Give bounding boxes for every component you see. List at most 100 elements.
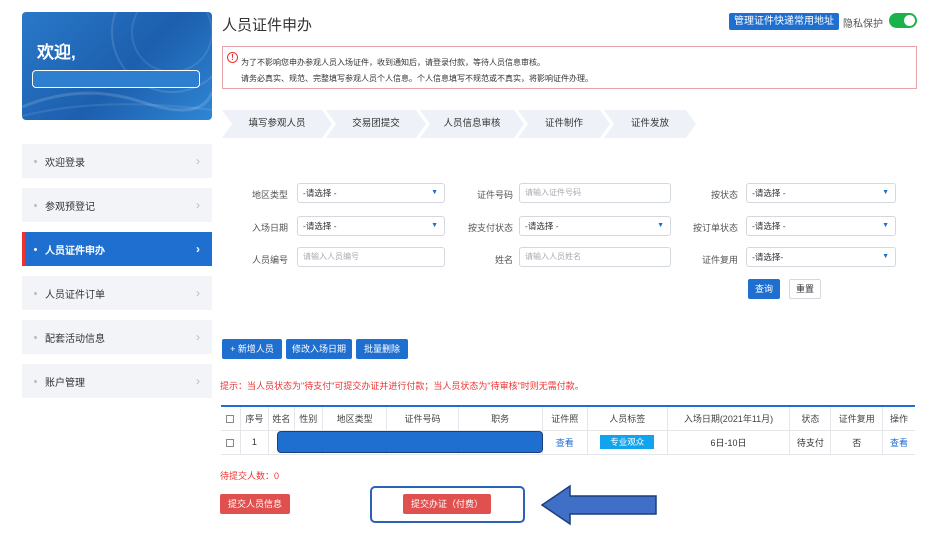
certificate-reuse-select[interactable]: -请选择- ▼ <box>746 247 896 267</box>
certificate-reuse-label: 证件复用 <box>701 255 738 265</box>
pending-label: 待提交人数： <box>220 471 275 481</box>
step-certificate-production: 证件制作 <box>518 110 610 138</box>
sidebar-item-personnel-certificate[interactable]: 人员证件申办 › <box>22 232 212 266</box>
entry-date-select[interactable]: -请选择 - ▼ <box>297 216 445 236</box>
col-header: 序号 <box>240 405 269 431</box>
privacy-toggle[interactable] <box>889 13 917 28</box>
sidebar-item-label: 配套活动信息 <box>45 333 105 345</box>
name-label: 姓名 <box>494 255 513 265</box>
caret-down-icon: ▼ <box>882 189 889 196</box>
caret-down-icon: ▼ <box>882 222 889 229</box>
row-op-cell: 查看 <box>882 430 915 455</box>
bullet-icon <box>34 159 37 163</box>
person-number-input[interactable]: 请输入人员编号 <box>297 247 445 267</box>
entry-date-label: 入场日期 <box>251 223 288 233</box>
pointing-arrow-icon <box>540 484 657 526</box>
sidebar-item-activities[interactable]: 配套活动信息 › <box>22 320 212 354</box>
chevron-right-icon: › <box>196 330 200 344</box>
bullet-icon <box>34 203 37 207</box>
order-status-label: 按订单状态 <box>692 223 738 233</box>
pending-count-text: 待提交人数：0 <box>220 469 279 482</box>
sidebar-item-visit-preregister[interactable]: 参观预登记 › <box>22 188 212 222</box>
sidebar-item-label: 参观预登记 <box>45 201 95 213</box>
col-header: 性别 <box>294 405 323 431</box>
col-header: 入场日期(2021年11月) <box>667 405 791 431</box>
reset-button[interactable]: 重置 <box>789 279 821 299</box>
user-name-redacted <box>32 70 200 88</box>
bullet-icon <box>34 291 37 295</box>
name-input[interactable]: 请输入人员姓名 <box>519 247 671 267</box>
region-type-label: 地区类型 <box>251 190 288 200</box>
bullet-icon <box>34 247 37 251</box>
col-header: 地区类型 <box>322 405 388 431</box>
manage-address-button[interactable]: 管理证件快递常用地址 <box>729 13 839 30</box>
toggle-knob <box>904 15 915 26</box>
view-detail-link[interactable]: 查看 <box>890 438 908 448</box>
warning-icon: ! <box>227 52 238 63</box>
submit-certificate-pay-button[interactable]: 提交办证（付费） <box>403 494 491 514</box>
chevron-right-icon: › <box>196 198 200 212</box>
row-status: 待支付 <box>789 430 832 455</box>
payment-status-value: -请选择 - <box>525 221 559 231</box>
caret-down-icon: ▼ <box>431 222 438 229</box>
row-index: 1 <box>240 430 269 455</box>
caret-down-icon: ▼ <box>431 189 438 196</box>
sidebar-welcome-card: 欢迎, <box>22 12 212 120</box>
page-title: 人员证件申办 <box>222 17 313 34</box>
col-header: 证件复用 <box>830 405 884 431</box>
status-select[interactable]: -请选择 - ▼ <box>746 183 896 203</box>
row-reuse: 否 <box>830 430 884 455</box>
id-number-label: 证件号码 <box>476 190 513 200</box>
certificate-reuse-value: -请选择- <box>752 252 784 262</box>
view-photo-link[interactable]: 查看 <box>556 438 574 448</box>
redacted-personal-info <box>277 431 543 453</box>
welcome-text: 欢迎, <box>37 43 76 62</box>
privacy-label: 隐私保护 <box>843 19 883 30</box>
pending-count: 0 <box>274 471 280 481</box>
row-photo-cell: 查看 <box>542 430 588 455</box>
tip-text: 提示：当人员状态为"待支付"可提交办证并进行付款；当人员状态为"待审核"时则无需… <box>220 381 584 391</box>
chevron-right-icon: › <box>196 374 200 388</box>
entry-date-value: -请选择 - <box>303 221 337 231</box>
col-header: 人员标签 <box>587 405 668 431</box>
sidebar-item-label: 人员证件订单 <box>45 289 105 301</box>
sidebar-menu: 欢迎登录 › 参观预登记 › 人员证件申办 › 人员证件订单 › 配套活动信息 … <box>22 144 212 408</box>
col-header: 证件照 <box>542 405 588 431</box>
payment-status-select[interactable]: -请选择 - ▼ <box>519 216 671 236</box>
modify-entry-date-button[interactable]: 修改入场日期 <box>286 339 352 359</box>
order-status-select[interactable]: -请选择 - ▼ <box>746 216 896 236</box>
sidebar-item-label: 人员证件申办 <box>45 245 105 257</box>
checkbox[interactable] <box>226 414 235 423</box>
sidebar-item-welcome-login[interactable]: 欢迎登录 › <box>22 144 212 178</box>
col-header: 姓名 <box>268 405 295 431</box>
chevron-right-icon: › <box>196 242 200 256</box>
region-type-value: -请选择 - <box>303 188 337 198</box>
sidebar-item-certificate-orders[interactable]: 人员证件订单 › <box>22 276 212 310</box>
person-number-label: 人员编号 <box>251 255 288 265</box>
row-entry-date: 6日-10日 <box>667 430 791 455</box>
col-header: 职务 <box>458 405 543 431</box>
caret-down-icon: ▼ <box>657 222 664 229</box>
submit-personnel-info-button[interactable]: 提交人员信息 <box>220 494 290 514</box>
batch-delete-button[interactable]: 批量删除 <box>356 339 408 359</box>
col-header: 状态 <box>789 405 832 431</box>
caret-down-icon: ▼ <box>882 253 889 260</box>
step-certificate-issue: 证件发放 <box>604 110 696 138</box>
sidebar-item-label: 账户管理 <box>45 377 85 389</box>
region-type-select[interactable]: -请选择 - ▼ <box>297 183 445 203</box>
select-all-checkbox-cell[interactable] <box>221 405 241 431</box>
table-header-row: 序号 姓名 性别 地区类型 证件号码 职务 证件照 人员标签 入场日期(2021… <box>221 405 915 431</box>
col-header: 操作 <box>882 405 915 431</box>
id-number-input[interactable]: 请输入证件号码 <box>519 183 671 203</box>
chevron-right-icon: › <box>196 286 200 300</box>
step-fill-visitors: 填写参观人员 <box>222 110 332 138</box>
row-checkbox-cell[interactable] <box>221 430 241 455</box>
notice-line-1: 为了不影响您申办参观人员入场证件，收到通知后，请登录付款，等待人员信息审核。 <box>241 58 545 67</box>
add-person-button[interactable]: + 新增人员 <box>222 339 282 359</box>
query-button[interactable]: 查询 <box>748 279 780 299</box>
chevron-right-icon: › <box>196 154 200 168</box>
sidebar-item-account[interactable]: 账户管理 › <box>22 364 212 398</box>
professional-visitor-tag: 专业观众 <box>600 435 655 449</box>
bullet-icon <box>34 335 37 339</box>
checkbox[interactable] <box>226 438 235 447</box>
